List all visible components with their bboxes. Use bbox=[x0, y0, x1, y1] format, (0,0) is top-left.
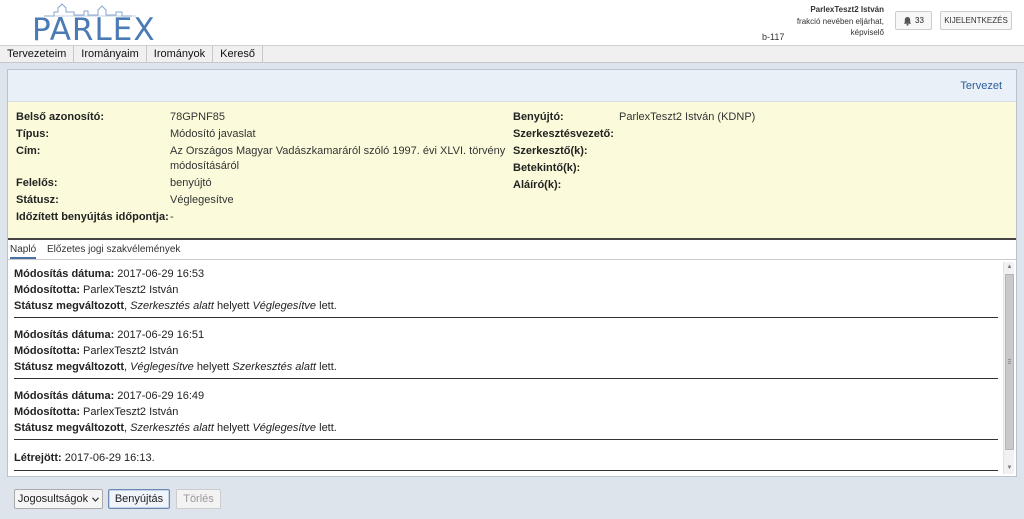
header: PARLEX ParlexTeszt2 István frakció nevéb… bbox=[0, 0, 1024, 48]
logo-text: PARLEX bbox=[32, 12, 156, 48]
notification-count: 33 bbox=[915, 16, 924, 25]
chevron-down-icon bbox=[92, 496, 100, 502]
parlex-logo[interactable]: PARLEX bbox=[14, 2, 155, 48]
log-separator bbox=[14, 470, 998, 471]
log-became: lett. bbox=[319, 361, 337, 373]
permissions-dropdown-button[interactable]: Jogosultságok bbox=[14, 489, 103, 509]
internal-id-label: Belső azonosító: bbox=[16, 111, 105, 123]
submitter-value: ParlexTeszt2 István (KDNP) bbox=[619, 111, 756, 123]
responsible-label: Felelős: bbox=[16, 177, 58, 189]
log-entry: Módosítás dátuma: 2017-06-29 16:53 Módos… bbox=[14, 268, 337, 312]
log-date: 2017-06-29 16:53 bbox=[117, 268, 205, 280]
scroll-up-arrow-icon[interactable]: ▲ bbox=[1004, 262, 1015, 273]
log-entry: Módosítás dátuma: 2017-06-29 16:51 Módos… bbox=[14, 329, 337, 373]
submitter-label: Benyújtó: bbox=[513, 111, 564, 123]
log-date-label: Módosítás dátuma: bbox=[14, 268, 115, 280]
log-by: ParlexTeszt2 István bbox=[83, 345, 179, 357]
log-status-to: Szerkesztés alatt bbox=[232, 361, 317, 373]
title-label: Cím: bbox=[16, 145, 41, 157]
tab-legal-opinions[interactable]: Előzetes jogi szakvélemények bbox=[47, 242, 180, 259]
log-entry: Módosítás dátuma: 2017-06-29 16:49 Módos… bbox=[14, 390, 337, 434]
log-status-label: Státusz megváltozott bbox=[14, 361, 125, 373]
log-status-label: Státusz megváltozott bbox=[14, 300, 125, 312]
tab-naplo[interactable]: Napló bbox=[10, 242, 37, 259]
log-status-from: Véglegesítve bbox=[130, 361, 194, 373]
document-panel: Tervezet Belső azonosító: 78GPNF85 Típus… bbox=[7, 69, 1017, 477]
log-by-label: Módosította: bbox=[14, 284, 80, 296]
type-value: Módosító javaslat bbox=[170, 128, 256, 140]
scroll-down-arrow-icon[interactable]: ▼ bbox=[1004, 463, 1015, 474]
user-code: b-117 bbox=[762, 32, 785, 42]
permissions-label: Jogosultságok bbox=[17, 493, 89, 505]
edit-lead-label: Szerkesztésvezető: bbox=[513, 128, 614, 140]
status-label: Státusz: bbox=[16, 194, 59, 206]
log-separator bbox=[14, 378, 998, 379]
log-instead: helyett bbox=[216, 300, 250, 312]
menu-item-iromanyok[interactable]: Irományok bbox=[147, 46, 214, 63]
log-status-to: Véglegesítve bbox=[252, 422, 317, 434]
log-became: lett. bbox=[319, 300, 337, 312]
log-became: lett. bbox=[319, 422, 337, 434]
created-label: Létrejött: bbox=[14, 452, 62, 464]
log-by: ParlexTeszt2 István bbox=[83, 284, 179, 296]
main-area: Tervezet Belső azonosító: 78GPNF85 Típus… bbox=[0, 63, 1024, 519]
menu-item-kereso[interactable]: Kereső bbox=[213, 46, 263, 63]
log-date: 2017-06-29 16:51 bbox=[117, 329, 205, 341]
delete-button[interactable]: Törlés bbox=[176, 489, 221, 509]
scheduled-submit-label: Időzített benyújtás időpontja: bbox=[16, 211, 169, 223]
log-created: Létrejött: 2017-06-29 16:13. bbox=[14, 450, 998, 466]
tab-bar: Napló Előzetes jogi szakvélemények bbox=[8, 242, 1016, 259]
type-label: Típus: bbox=[16, 128, 49, 140]
log-by: ParlexTeszt2 István bbox=[83, 406, 179, 418]
internal-id-value: 78GPNF85 bbox=[170, 111, 226, 123]
scroll-thumb[interactable]: ━ ━ ━ bbox=[1005, 274, 1014, 450]
tervezet-link[interactable]: Tervezet bbox=[960, 80, 1002, 92]
log-separator bbox=[14, 317, 998, 318]
panel-header: Tervezet bbox=[8, 70, 1016, 102]
log-list: Módosítás dátuma: 2017-06-29 16:53 Módos… bbox=[8, 259, 1016, 476]
logout-button[interactable]: KIJELENTKEZÉS bbox=[940, 11, 1012, 30]
submit-button[interactable]: Benyújtás bbox=[108, 489, 170, 509]
editors-label: Szerkesztő(k): bbox=[513, 145, 588, 157]
log-status-to: Véglegesítve bbox=[252, 300, 317, 312]
bell-icon bbox=[903, 16, 912, 26]
notifications-button[interactable]: 33 bbox=[895, 11, 932, 30]
log-date: 2017-06-29 16:49 bbox=[117, 390, 205, 402]
menu-item-iromanyaim[interactable]: Irományaim bbox=[74, 46, 147, 63]
log-date-label: Módosítás dátuma: bbox=[14, 390, 115, 402]
log-instead: helyett bbox=[216, 422, 250, 434]
log-by-label: Módosította: bbox=[14, 345, 80, 357]
user-name: ParlexTeszt2 István bbox=[810, 5, 884, 14]
menu-item-tervezeteim[interactable]: Tervezeteim bbox=[0, 46, 75, 63]
log-separator bbox=[14, 439, 998, 440]
log-status-label: Státusz megváltozott bbox=[14, 422, 125, 434]
log-date-label: Módosítás dátuma: bbox=[14, 329, 115, 341]
grip-icon: ━ ━ ━ bbox=[1008, 357, 1012, 367]
log-instead: helyett bbox=[196, 361, 230, 373]
log-status-from: Szerkesztés alatt bbox=[130, 300, 214, 312]
log-status-from: Szerkesztés alatt bbox=[130, 422, 214, 434]
status-value: Véglegesítve bbox=[170, 194, 234, 206]
viewers-label: Betekintő(k): bbox=[513, 162, 581, 174]
created-value: 2017-06-29 16:13. bbox=[64, 452, 155, 464]
log-scrollbar[interactable]: ▲ ━ ━ ━ ▼ bbox=[1003, 262, 1014, 474]
title-value-line2: módosításáról bbox=[170, 160, 240, 172]
document-info: Belső azonosító: 78GPNF85 Típus: Módosít… bbox=[8, 102, 1016, 240]
signers-label: Aláíró(k): bbox=[513, 179, 562, 191]
title-value: Az Országos Magyar Vadászkamaráról szóló… bbox=[170, 145, 506, 157]
main-menu: Tervezeteim Irományaim Irományok Kereső bbox=[0, 45, 1024, 63]
scheduled-submit-value: - bbox=[170, 211, 174, 223]
responsible-value: benyújtó bbox=[170, 177, 212, 189]
log-by-label: Módosította: bbox=[14, 406, 80, 418]
